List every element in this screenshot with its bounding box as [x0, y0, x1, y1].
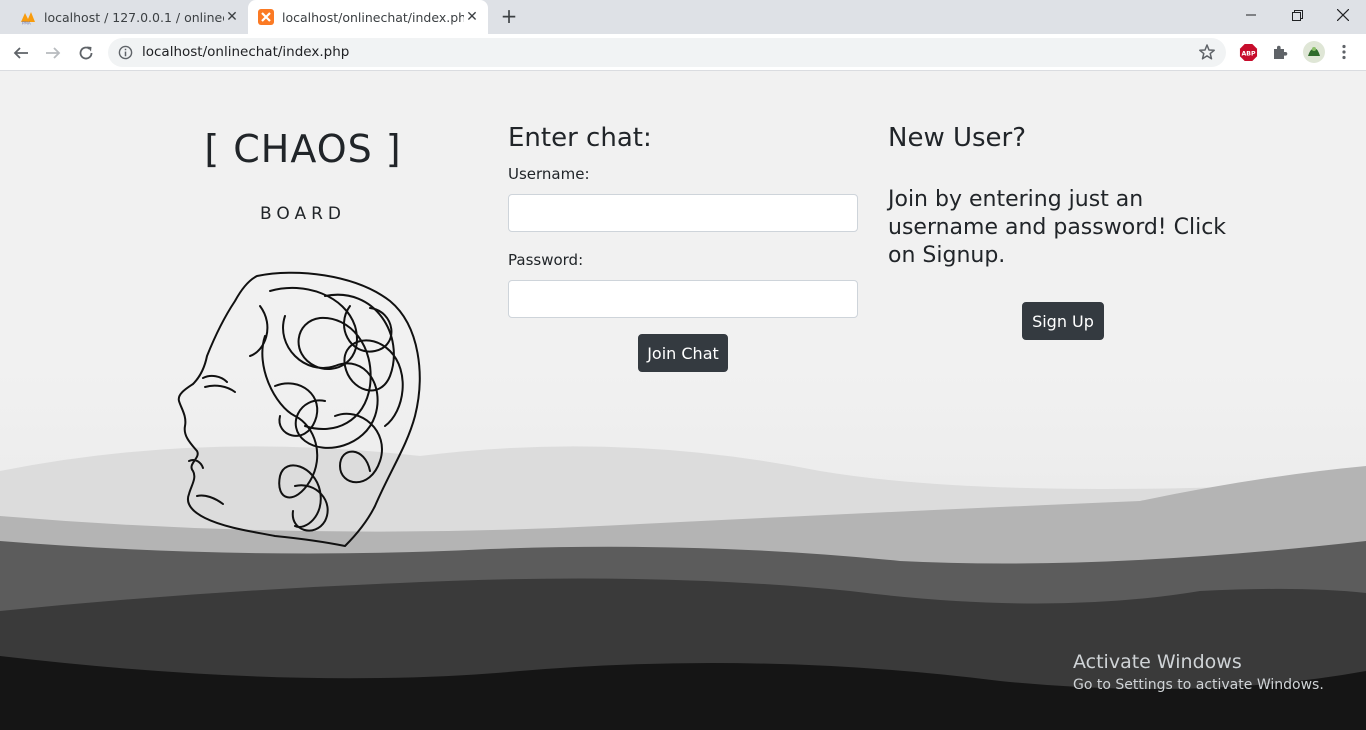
- watermark-title: Activate Windows: [1073, 651, 1242, 673]
- activate-windows-watermark: Activate Windows Go to Settings to activ…: [1073, 651, 1324, 693]
- forward-icon[interactable]: [40, 40, 66, 66]
- close-window-icon[interactable]: [1320, 0, 1366, 30]
- signup-heading: New User?: [888, 123, 1027, 153]
- new-tab-icon[interactable]: +: [496, 6, 522, 28]
- password-label: Password:: [508, 251, 584, 269]
- signup-description: Join by entering just an username and pa…: [888, 187, 1227, 268]
- profile-avatar[interactable]: [1302, 40, 1326, 64]
- back-icon[interactable]: [8, 40, 34, 66]
- extensions-puzzle-icon[interactable]: [1270, 42, 1290, 62]
- tab-title: localhost/onlinechat/index.php: [282, 9, 464, 25]
- brand-title: [ CHAOS ]: [204, 127, 402, 171]
- close-tab-icon[interactable]: ✕: [464, 9, 480, 25]
- xampp-icon: [258, 9, 274, 25]
- tab-title: localhost / 127.0.0.1 / onlinechat: [44, 9, 224, 25]
- menu-kebab-icon[interactable]: [1334, 42, 1354, 62]
- minimize-icon[interactable]: [1228, 0, 1274, 30]
- svg-text:ABP: ABP: [1241, 50, 1255, 57]
- adblock-icon[interactable]: ABP: [1238, 42, 1258, 62]
- username-label: Username:: [508, 165, 590, 183]
- restore-icon[interactable]: [1274, 0, 1320, 30]
- login-heading: Enter chat:: [508, 123, 652, 153]
- close-tab-icon[interactable]: ✕: [224, 9, 240, 25]
- tab-strip: PMA localhost / 127.0.0.1 / onlinechat ✕…: [0, 0, 1366, 34]
- password-input[interactable]: [508, 280, 858, 318]
- address-url: localhost/onlinechat/index.php: [142, 44, 350, 60]
- info-icon[interactable]: [118, 45, 133, 60]
- page-content: [ CHAOS ] BOARD Enter chat: Username: Pa…: [0, 71, 1366, 730]
- watermark-subtitle: Go to Settings to activate Windows.: [1073, 677, 1324, 693]
- join-chat-button[interactable]: Join Chat: [638, 334, 728, 372]
- brand-subtitle: BOARD: [260, 204, 346, 224]
- address-bar[interactable]: localhost/onlinechat/index.php: [108, 38, 1226, 67]
- tab-phpmyadmin[interactable]: PMA localhost / 127.0.0.1 / onlinechat ✕: [8, 0, 248, 34]
- browser-toolbar: localhost/onlinechat/index.php ABP: [0, 34, 1366, 71]
- phpmyadmin-icon: PMA: [21, 12, 35, 26]
- username-input[interactable]: [508, 194, 858, 232]
- scribble-head-illustration: [177, 271, 421, 547]
- svg-text:PMA: PMA: [22, 21, 31, 26]
- bookmark-star-icon[interactable]: [1198, 43, 1216, 61]
- sign-up-button[interactable]: Sign Up: [1022, 302, 1104, 340]
- tab-onlinechat[interactable]: localhost/onlinechat/index.php ✕: [248, 0, 488, 34]
- reload-icon[interactable]: [73, 40, 99, 66]
